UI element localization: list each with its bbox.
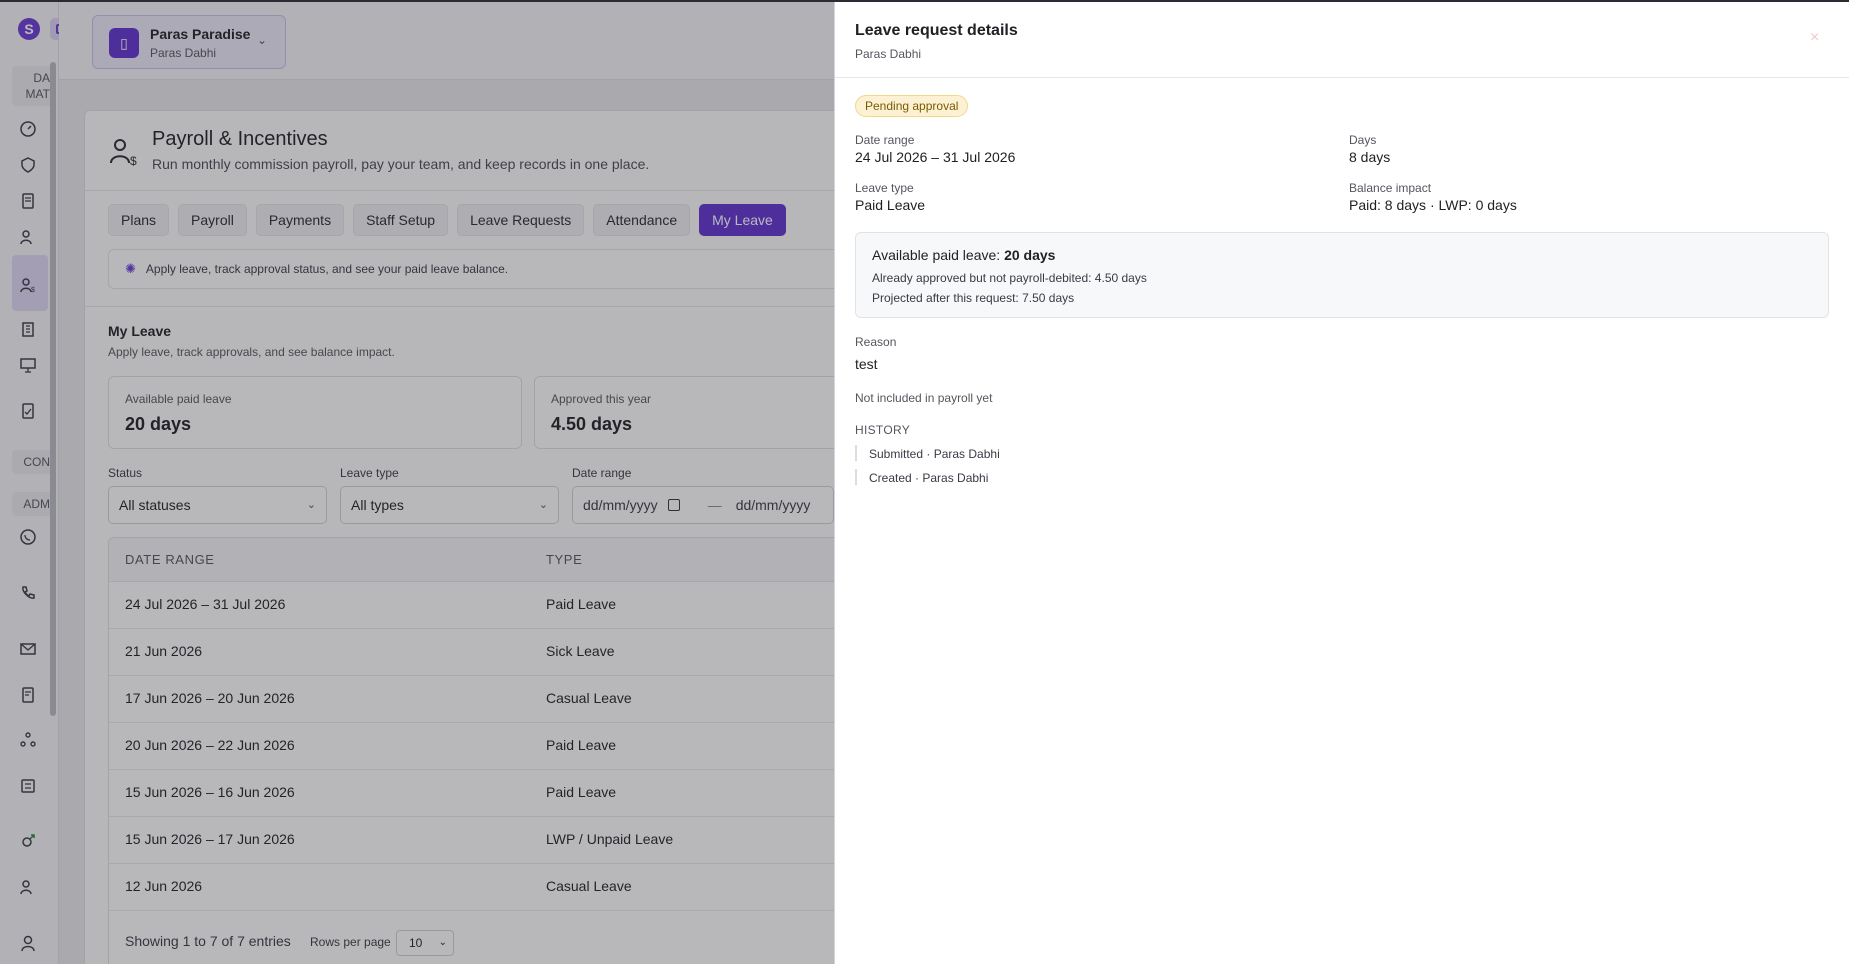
date-range-label: Date range xyxy=(855,133,915,147)
reason-label: Reason xyxy=(855,335,897,349)
days-value: 8 days xyxy=(1349,149,1391,165)
history-item: Submitted · Paras Dabhi xyxy=(869,447,1000,461)
days-label: Days xyxy=(1349,133,1377,147)
modal-backdrop[interactable] xyxy=(0,0,834,964)
leave-type-value: Paid Leave xyxy=(855,197,926,213)
leave-type-label: Leave type xyxy=(855,181,914,195)
status-badge: Pending approval xyxy=(855,95,969,117)
reason-value: test xyxy=(855,356,878,372)
date-range-value: 24 Jul 2026 – 31 Jul 2026 xyxy=(855,149,1016,165)
already-approved-text: Already approved but not payroll-debited… xyxy=(872,271,1147,285)
divider xyxy=(835,77,1849,78)
drawer-title: Leave request details xyxy=(855,22,1018,39)
available-prefix: Available paid leave: xyxy=(872,247,1001,263)
timeline-line xyxy=(855,445,857,461)
history-item: Created · Paras Dabhi xyxy=(869,471,989,485)
timeline-line xyxy=(855,469,857,485)
balance-summary-box: Available paid leave: 20 days Already ap… xyxy=(855,232,1829,318)
available-value: 20 days xyxy=(1004,247,1056,263)
close-icon[interactable]: × xyxy=(1810,29,1819,47)
drawer-subtitle: Paras Dabhi xyxy=(855,47,922,61)
projected-text: Projected after this request: 7.50 days xyxy=(872,291,1075,305)
history-label: HISTORY xyxy=(855,423,911,437)
balance-impact-value: Paid: 8 days · LWP: 0 days xyxy=(1349,197,1517,213)
payroll-note: Not included in payroll yet xyxy=(855,391,993,405)
balance-impact-label: Balance impact xyxy=(1349,181,1432,195)
leave-request-drawer: Leave request details Paras Dabhi × Pend… xyxy=(834,2,1849,964)
available-paid-leave: Available paid leave: 20 days xyxy=(872,247,1055,263)
